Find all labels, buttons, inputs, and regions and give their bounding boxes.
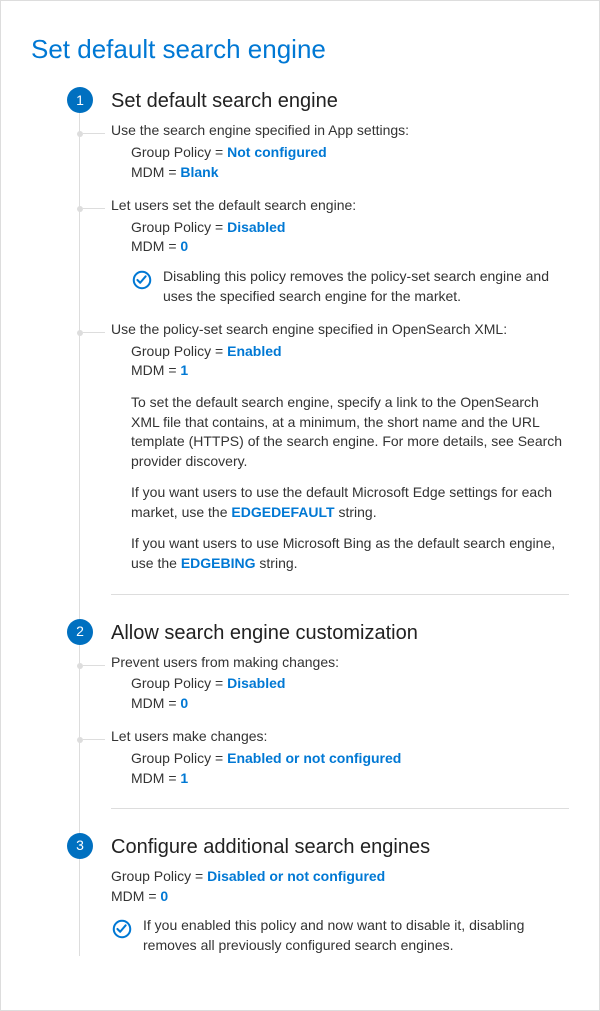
mdm-key: MDM = bbox=[131, 770, 180, 786]
step-3: 3 Configure additional search engines Gr… bbox=[51, 833, 569, 955]
kv-line: MDM = 0 bbox=[111, 887, 569, 907]
gp-key: Group Policy = bbox=[111, 868, 207, 884]
kv-line: MDM = 1 bbox=[131, 769, 569, 789]
option-label: Let users make changes: bbox=[111, 727, 569, 747]
mdm-key: MDM = bbox=[131, 362, 180, 378]
kv-block: Group Policy = Not configured MDM = Blan… bbox=[131, 143, 569, 182]
gp-key: Group Policy = bbox=[131, 343, 227, 359]
gp-value: Enabled or not configured bbox=[227, 750, 401, 766]
step-title: Allow search engine customization bbox=[111, 619, 569, 647]
step-badge: 3 bbox=[67, 833, 93, 859]
mdm-key: MDM = bbox=[131, 238, 180, 254]
kv-line: Group Policy = Enabled or not configured bbox=[131, 749, 569, 769]
mdm-key: MDM = bbox=[131, 695, 180, 711]
section-divider bbox=[111, 594, 569, 595]
paragraph: If you want users to use the default Mic… bbox=[131, 483, 569, 522]
mdm-value: Blank bbox=[180, 164, 218, 180]
page-title: Set default search engine bbox=[31, 31, 569, 67]
option-label: Let users set the default search engine: bbox=[111, 196, 569, 216]
mdm-value: 0 bbox=[180, 238, 188, 254]
note-block: Disabling this policy removes the policy… bbox=[131, 267, 569, 306]
steps-container: 1 Set default search engine Use the sear… bbox=[51, 87, 569, 955]
paragraph: To set the default search engine, specif… bbox=[131, 393, 569, 471]
paragraph: If you want users to use Microsoft Bing … bbox=[131, 534, 569, 573]
section-divider bbox=[111, 808, 569, 809]
option-block: Use the policy-set search engine specifi… bbox=[111, 320, 569, 574]
mdm-value: 1 bbox=[180, 362, 188, 378]
step-2: 2 Allow search engine customization Prev… bbox=[51, 619, 569, 810]
option-block: Let users make changes: Group Policy = E… bbox=[111, 727, 569, 788]
step-title: Set default search engine bbox=[111, 87, 569, 115]
kv-line: Group Policy = Disabled bbox=[131, 218, 569, 238]
para-strong: EDGEDEFAULT bbox=[231, 504, 334, 520]
para-post: string. bbox=[256, 555, 298, 571]
kv-line: Group Policy = Not configured bbox=[131, 143, 569, 163]
option-label: Use the policy-set search engine specifi… bbox=[111, 320, 569, 340]
kv-block: Group Policy = Disabled MDM = 0 bbox=[131, 674, 569, 713]
note-text: If you enabled this policy and now want … bbox=[143, 916, 569, 955]
gp-key: Group Policy = bbox=[131, 219, 227, 235]
option-label: Prevent users from making changes: bbox=[111, 653, 569, 673]
mdm-key: MDM = bbox=[131, 164, 180, 180]
kv-block: Group Policy = Disabled or not configure… bbox=[111, 867, 569, 906]
gp-value: Not configured bbox=[227, 144, 327, 160]
gp-key: Group Policy = bbox=[131, 675, 227, 691]
option-block: Prevent users from making changes: Group… bbox=[111, 653, 569, 714]
kv-line: Group Policy = Enabled bbox=[131, 342, 569, 362]
checkmark-circle-icon bbox=[131, 269, 153, 291]
kv-block: Group Policy = Enabled MDM = 1 bbox=[131, 342, 569, 381]
note-block: If you enabled this policy and now want … bbox=[111, 916, 569, 955]
gp-value: Disabled bbox=[227, 219, 285, 235]
kv-line: MDM = Blank bbox=[131, 163, 569, 183]
mdm-value: 0 bbox=[180, 695, 188, 711]
note-text: Disabling this policy removes the policy… bbox=[163, 267, 569, 306]
mdm-value: 1 bbox=[180, 770, 188, 786]
option-label: Use the search engine specified in App s… bbox=[111, 121, 569, 141]
step-1: 1 Set default search engine Use the sear… bbox=[51, 87, 569, 594]
kv-line: Group Policy = Disabled bbox=[131, 674, 569, 694]
kv-block: Group Policy = Enabled or not configured… bbox=[131, 749, 569, 788]
gp-key: Group Policy = bbox=[131, 750, 227, 766]
option-block: Group Policy = Disabled or not configure… bbox=[111, 867, 569, 955]
para-strong: EDGEBING bbox=[181, 555, 256, 571]
gp-value: Enabled bbox=[227, 343, 281, 359]
kv-line: Group Policy = Disabled or not configure… bbox=[111, 867, 569, 887]
mdm-key: MDM = bbox=[111, 888, 160, 904]
mdm-value: 0 bbox=[160, 888, 168, 904]
step-badge: 1 bbox=[67, 87, 93, 113]
option-block: Let users set the default search engine:… bbox=[111, 196, 569, 306]
kv-line: MDM = 0 bbox=[131, 237, 569, 257]
option-block: Use the search engine specified in App s… bbox=[111, 121, 569, 182]
gp-key: Group Policy = bbox=[131, 144, 227, 160]
gp-value: Disabled bbox=[227, 675, 285, 691]
kv-line: MDM = 1 bbox=[131, 361, 569, 381]
kv-block: Group Policy = Disabled MDM = 0 bbox=[131, 218, 569, 257]
kv-line: MDM = 0 bbox=[131, 694, 569, 714]
step-badge: 2 bbox=[67, 619, 93, 645]
checkmark-circle-icon bbox=[111, 918, 133, 940]
step-title: Configure additional search engines bbox=[111, 833, 569, 861]
gp-value: Disabled or not configured bbox=[207, 868, 385, 884]
para-post: string. bbox=[335, 504, 377, 520]
